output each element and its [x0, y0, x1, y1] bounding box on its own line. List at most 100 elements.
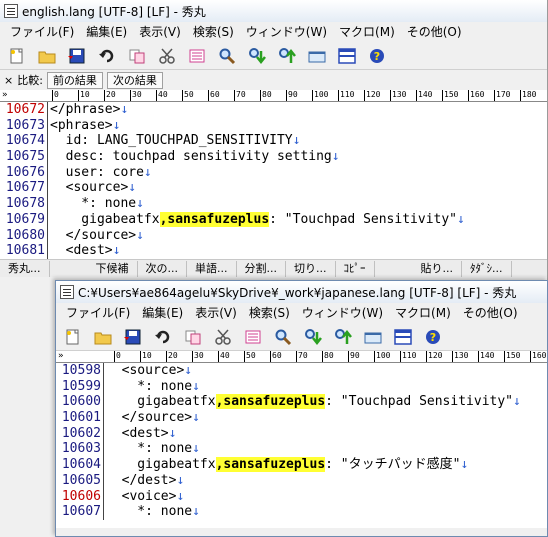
- hidemaru-app-icon: [60, 285, 74, 299]
- window-list-icon[interactable]: [306, 45, 328, 67]
- line-text: desc: touchpad sensitivity setting↓: [50, 149, 340, 165]
- title-bar[interactable]: english.lang [UTF-8] [LF] - 秀丸: [0, 0, 547, 22]
- ruler-number: 150: [444, 90, 459, 99]
- menu-item-3[interactable]: 検索(S): [187, 22, 240, 42]
- line-text: </dest>↓: [106, 472, 185, 488]
- function-key-4[interactable]: 次の...: [138, 260, 187, 277]
- text-line: 10599 *: none↓: [56, 378, 547, 395]
- paste-icon[interactable]: [242, 326, 264, 348]
- window-list-icon[interactable]: [362, 326, 384, 348]
- ruler-tick: [234, 90, 235, 101]
- find-icon[interactable]: [216, 45, 238, 67]
- text-editor[interactable]: 10598 <source>↓ 10599 *: none↓ 10600 gigab…: [56, 363, 547, 528]
- menu-item-0[interactable]: ファイル(F): [4, 22, 80, 42]
- ruler-number: 60: [272, 351, 282, 360]
- new-file-icon[interactable]: [6, 45, 28, 67]
- help-icon[interactable]: ?: [366, 45, 388, 67]
- line-text: <source>↓: [50, 180, 137, 196]
- next-result-button[interactable]: 次の結果: [106, 71, 163, 89]
- paste-icon[interactable]: [186, 45, 208, 67]
- menu-item-5[interactable]: マクロ(M): [333, 22, 401, 42]
- function-key-3[interactable]: 下候補: [88, 260, 138, 277]
- line-number: 10603: [56, 441, 104, 458]
- ruler-number: 10: [80, 90, 90, 99]
- menu-item-2[interactable]: 表示(V): [133, 22, 187, 42]
- menu-item-1[interactable]: 編集(E): [80, 22, 133, 42]
- svg-text:?: ?: [374, 50, 380, 63]
- save-icon[interactable]: [66, 45, 88, 67]
- ruler-tick: [426, 351, 427, 362]
- ruler-number: 170: [496, 90, 511, 99]
- text-line: 10680 </source>↓: [0, 227, 547, 244]
- menu-item-6[interactable]: その他(O): [401, 22, 468, 42]
- line-number: 10607: [56, 504, 104, 520]
- menu-item-6[interactable]: その他(O): [457, 303, 524, 323]
- text-editor[interactable]: 10672 </phrase>↓ 10673 <phrase>↓ 10674 id: L…: [0, 102, 547, 259]
- function-key-8[interactable]: ｺﾋﾟｰ: [336, 260, 375, 277]
- find-next-icon[interactable]: [302, 326, 324, 348]
- copy-icon[interactable]: [126, 45, 148, 67]
- new-file-icon[interactable]: [62, 326, 84, 348]
- function-key-6[interactable]: 分割...: [237, 260, 286, 277]
- menu-item-2[interactable]: 表示(V): [189, 303, 243, 323]
- menu-bar: ファイル(F) 編集(E) 表示(V) 検索(S) ウィンドウ(W) マクロ(M) その他(…: [56, 303, 547, 323]
- undo-icon[interactable]: [152, 326, 174, 348]
- prev-result-button[interactable]: 前の結果: [46, 71, 103, 89]
- menu-bar: ファイル(F) 編集(E) 表示(V) 検索(S) ウィンドウ(W) マクロ(M) その他(…: [0, 22, 547, 42]
- eol-arrow-icon: ↓: [192, 504, 200, 520]
- cut-icon[interactable]: [156, 45, 178, 67]
- line-number: 10600: [56, 394, 104, 411]
- help-icon[interactable]: ?: [422, 326, 444, 348]
- line-number: 10674: [0, 133, 48, 150]
- split-window-icon[interactable]: [336, 45, 358, 67]
- eol-arrow-icon: ↓: [120, 102, 129, 117]
- ruler-tick: [338, 90, 339, 101]
- title-bar[interactable]: C:¥Users¥ae864agelu¥SkyDrive¥_work¥japan…: [56, 281, 547, 303]
- find-prev-icon[interactable]: [276, 45, 298, 67]
- ruler-number: 130: [454, 351, 469, 360]
- open-folder-icon[interactable]: [36, 45, 58, 67]
- ruler-tick: [312, 90, 313, 101]
- function-key-5[interactable]: 単語...: [187, 260, 237, 277]
- eol-arrow-icon: ↓: [184, 363, 193, 378]
- split-window-icon[interactable]: [392, 326, 414, 348]
- menu-item-5[interactable]: マクロ(M): [389, 303, 457, 323]
- ruler-tick: [78, 90, 79, 101]
- ruler-number: 150: [506, 351, 521, 360]
- find-next-icon[interactable]: [246, 45, 268, 67]
- text-line: 10677 <source>↓: [0, 180, 547, 197]
- ruler-number: 140: [418, 90, 433, 99]
- ruler-number: 120: [428, 351, 443, 360]
- menu-item-3[interactable]: 検索(S): [243, 303, 296, 323]
- line-text: gigabeatfx,sansafuzeplus: "Touchpad Sens…: [106, 394, 521, 410]
- line-text: <source>↓: [106, 363, 193, 378]
- eol-arrow-icon: ↓: [112, 117, 121, 133]
- function-key-10[interactable]: 貼り...: [413, 260, 462, 277]
- ruler-tick: [400, 351, 401, 362]
- eol-arrow-icon: ↓: [143, 164, 152, 180]
- ruler-number: 130: [392, 90, 407, 99]
- ruler-number: 160: [470, 90, 485, 99]
- compare-close-icon[interactable]: ×: [4, 74, 13, 87]
- undo-icon[interactable]: [96, 45, 118, 67]
- svg-text:?: ?: [430, 331, 436, 344]
- open-folder-icon[interactable]: [92, 326, 114, 348]
- ruler-number: 20: [106, 90, 116, 99]
- ruler-tick: [364, 90, 365, 101]
- ruler-scroll-icon: »: [2, 90, 8, 100]
- menu-item-4[interactable]: ウィンドウ(W): [240, 22, 333, 42]
- function-key-11[interactable]: ﾀﾀﾞｼ...: [462, 260, 512, 277]
- cut-icon[interactable]: [212, 326, 234, 348]
- save-icon[interactable]: [122, 326, 144, 348]
- menu-item-1[interactable]: 編集(E): [136, 303, 189, 323]
- column-ruler: » 0 10 20 30 40 50 60 70 80 90 100 110 120 130 140 150 16…: [0, 90, 547, 102]
- copy-icon[interactable]: [182, 326, 204, 348]
- menu-item-4[interactable]: ウィンドウ(W): [296, 303, 389, 323]
- function-key-1[interactable]: 秀丸...: [0, 260, 50, 277]
- find-prev-icon[interactable]: [332, 326, 354, 348]
- ruler-tick: [390, 90, 391, 101]
- find-icon[interactable]: [272, 326, 294, 348]
- menu-item-0[interactable]: ファイル(F): [60, 303, 136, 323]
- ruler-tick: [166, 351, 167, 362]
- function-key-7[interactable]: 切り...: [286, 260, 336, 277]
